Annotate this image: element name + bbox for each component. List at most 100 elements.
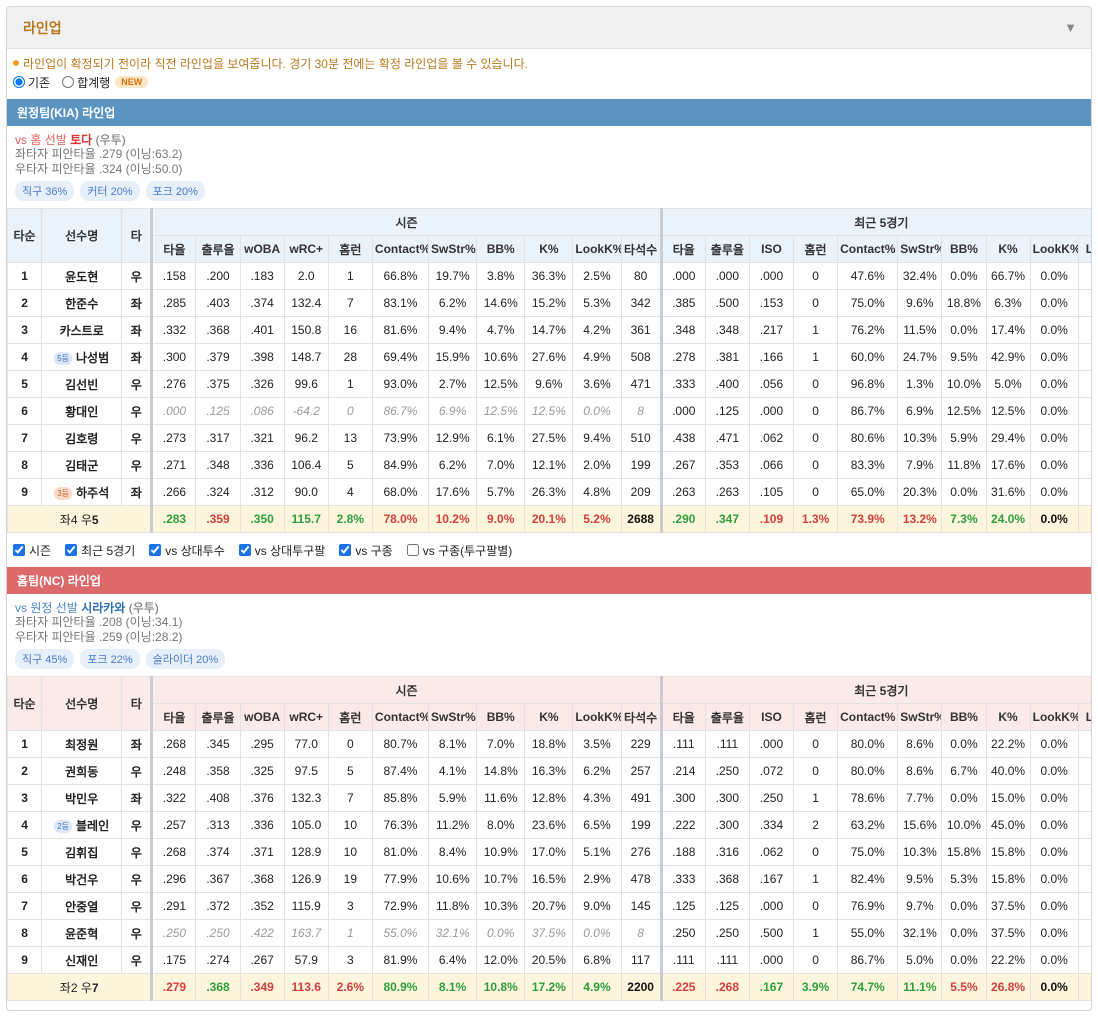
col-recent-stat[interactable]: SwStr% xyxy=(897,235,943,263)
player-name-cell[interactable]: 최정원 xyxy=(41,730,123,758)
player-name-cell[interactable]: 신재인 xyxy=(41,946,123,974)
player-name-cell[interactable]: 김호령 xyxy=(41,424,123,452)
collapse-triangle-icon[interactable]: ▼ xyxy=(1064,20,1077,35)
col-season-stat[interactable]: Contact% xyxy=(371,703,430,731)
player-name-cell[interactable]: 윤도현 xyxy=(41,262,123,290)
col-recent-stat[interactable]: LookK% xyxy=(1029,235,1079,263)
filter-checkbox-input[interactable] xyxy=(406,544,419,556)
player-name-cell[interactable]: 박건우 xyxy=(41,865,123,893)
player-name[interactable]: 김휘집 xyxy=(65,846,98,860)
radio-combined-input[interactable] xyxy=(62,76,75,88)
filter-checkbox-input[interactable] xyxy=(339,544,352,556)
col-recent-stat[interactable]: Contact% xyxy=(837,235,899,263)
recent-stat-cell: 7.7% xyxy=(897,784,943,812)
player-name[interactable]: 김선빈 xyxy=(65,378,98,392)
filter-checkbox-2[interactable]: vs 상대투수 xyxy=(149,542,225,559)
col-recent-stat[interactable]: K% xyxy=(985,703,1031,731)
col-recent-stat[interactable]: L xyxy=(1077,703,1091,731)
filter-checkbox-input[interactable] xyxy=(238,544,251,556)
filter-checkbox-input[interactable] xyxy=(65,544,78,556)
col-recent-stat[interactable]: BB% xyxy=(941,235,987,263)
col-recent-stat[interactable]: Contact% xyxy=(837,703,899,731)
player-name-cell[interactable]: 한준수 xyxy=(41,289,123,317)
col-recent-stat[interactable]: 홈런 xyxy=(793,703,839,731)
player-name-cell[interactable]: 윤준혁 xyxy=(41,919,123,947)
radio-basic[interactable]: 기존 xyxy=(13,74,50,91)
player-name-cell[interactable]: 박민우 xyxy=(41,784,123,812)
player-name-cell[interactable]: 안중열 xyxy=(41,892,123,920)
player-name[interactable]: 김태군 xyxy=(65,459,98,473)
player-name[interactable]: 안중열 xyxy=(65,900,98,914)
filter-checkbox-3[interactable]: vs 상대투구팔 xyxy=(238,542,325,559)
home-opposing-pitcher[interactable]: 시라카와 xyxy=(81,601,125,615)
player-name[interactable]: 하주석 xyxy=(76,486,109,500)
col-recent-stat[interactable]: ISO xyxy=(748,235,795,263)
col-season-stat[interactable]: wRC+ xyxy=(283,703,329,731)
player-name[interactable]: 박민우 xyxy=(65,792,98,806)
col-season-stat[interactable]: LookK% xyxy=(572,703,622,731)
col-season-stat[interactable]: K% xyxy=(524,703,574,731)
player-name-cell[interactable]: 김휘집 xyxy=(41,838,123,866)
player-name[interactable]: 윤준혁 xyxy=(65,927,98,941)
col-recent-stat[interactable]: 출루율 xyxy=(704,703,750,731)
season-stat-cell: 5.7% xyxy=(476,478,526,506)
col-recent-stat[interactable]: LookK% xyxy=(1029,703,1079,731)
player-name-cell[interactable]: 2등 블레인 xyxy=(41,811,123,839)
away-opposing-pitcher[interactable]: 토다 xyxy=(70,133,92,147)
col-recent-stat[interactable]: 홈런 xyxy=(793,235,839,263)
player-name[interactable]: 김호령 xyxy=(65,432,98,446)
filter-checkbox-5[interactable]: vs 구종(투구팔별) xyxy=(406,542,512,559)
col-season-stat[interactable]: wOBA xyxy=(239,235,285,263)
player-name[interactable]: 카스트로 xyxy=(60,324,104,338)
col-recent-stat[interactable]: K% xyxy=(985,235,1031,263)
radio-basic-input[interactable] xyxy=(13,76,25,88)
player-name-cell[interactable]: 카스트로 xyxy=(41,316,123,344)
player-name-cell[interactable]: 권희동 xyxy=(41,757,123,785)
radio-combined[interactable]: 합계행 NEW xyxy=(62,74,149,91)
col-season-stat[interactable]: 타율 xyxy=(150,703,197,731)
col-recent-stat[interactable]: BB% xyxy=(941,703,987,731)
col-season-stat[interactable]: 타석수 xyxy=(620,235,662,263)
col-season-stat[interactable]: LookK% xyxy=(572,235,622,263)
player-name[interactable]: 황대인 xyxy=(65,405,98,419)
player-name[interactable]: 나성범 xyxy=(76,351,109,365)
col-season-stat[interactable]: 출루율 xyxy=(195,235,241,263)
col-season-stat[interactable]: 타석수 xyxy=(620,703,662,731)
col-season-stat[interactable]: BB% xyxy=(476,703,526,731)
player-name-cell[interactable]: 황대인 xyxy=(41,397,123,425)
filter-checkbox-input[interactable] xyxy=(13,544,25,556)
player-name[interactable]: 권희동 xyxy=(65,765,98,779)
player-name-cell[interactable]: 김선빈 xyxy=(41,370,123,398)
player-name-cell[interactable]: 김태군 xyxy=(41,451,123,479)
col-season-stat[interactable]: 홈런 xyxy=(327,703,373,731)
col-season-stat[interactable]: SwStr% xyxy=(428,703,478,731)
col-recent-stat[interactable]: 출루율 xyxy=(704,235,750,263)
filter-checkbox-input[interactable] xyxy=(149,544,162,556)
filter-checkbox-1[interactable]: 최근 5경기 xyxy=(65,542,135,559)
col-season-stat[interactable]: SwStr% xyxy=(428,235,478,263)
player-name[interactable]: 신재인 xyxy=(65,954,98,968)
panel-header[interactable]: 라인업 ▼ xyxy=(7,7,1091,49)
col-season-stat[interactable]: 출루율 xyxy=(195,703,241,731)
filter-checkbox-0[interactable]: 시즌 xyxy=(13,542,51,559)
player-name[interactable]: 최정원 xyxy=(65,738,98,752)
col-season-stat[interactable]: wOBA xyxy=(239,703,285,731)
col-season-stat[interactable]: 타율 xyxy=(150,235,197,263)
col-recent-stat[interactable]: 타율 xyxy=(659,703,706,731)
col-season-stat[interactable]: Contact% xyxy=(371,235,430,263)
col-recent-stat[interactable]: SwStr% xyxy=(897,703,943,731)
col-season-stat[interactable]: 홈런 xyxy=(327,235,373,263)
player-name[interactable]: 윤도현 xyxy=(65,270,98,284)
player-name-cell[interactable]: 5등 나성범 xyxy=(41,343,123,371)
col-season-stat[interactable]: wRC+ xyxy=(283,235,329,263)
player-name[interactable]: 한준수 xyxy=(65,297,98,311)
player-name[interactable]: 블레인 xyxy=(76,819,109,833)
col-recent-stat[interactable]: 타율 xyxy=(659,235,706,263)
col-recent-stat[interactable]: L xyxy=(1077,235,1091,263)
player-name-cell[interactable]: 3등 하주석 xyxy=(41,478,123,506)
player-name[interactable]: 박건우 xyxy=(65,873,98,887)
col-recent-stat[interactable]: ISO xyxy=(748,703,795,731)
col-season-stat[interactable]: BB% xyxy=(476,235,526,263)
filter-checkbox-4[interactable]: vs 구종 xyxy=(339,542,393,559)
col-season-stat[interactable]: K% xyxy=(524,235,574,263)
